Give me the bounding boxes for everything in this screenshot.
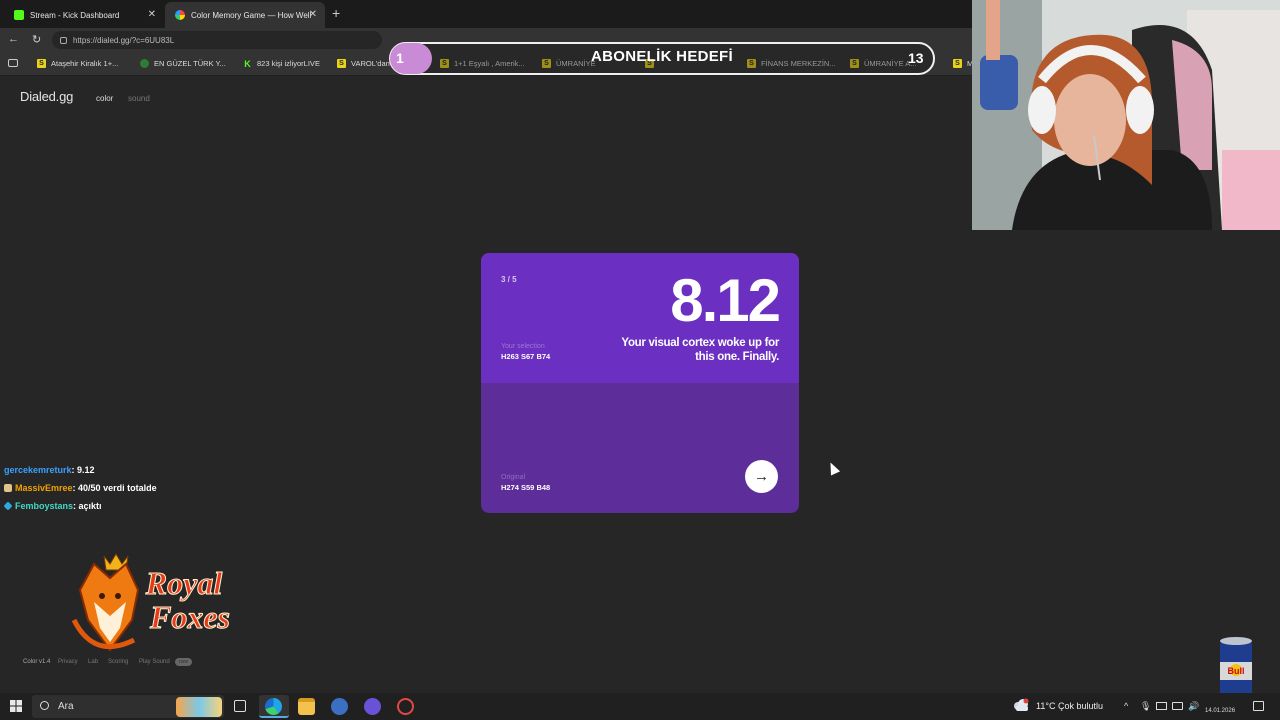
reload-icon[interactable]: ↻ bbox=[32, 33, 41, 46]
task-view-icon[interactable] bbox=[234, 700, 246, 712]
new-badge: new bbox=[175, 658, 193, 666]
bookmark-item[interactable]: SM bbox=[953, 59, 973, 68]
s-site-icon: S bbox=[953, 59, 962, 68]
file-explorer-icon[interactable] bbox=[298, 698, 315, 715]
tab-title: Stream - Kick Dashboard bbox=[30, 10, 120, 20]
goal-current-count: 1 bbox=[396, 50, 404, 66]
goal-title: ABONELİK HEDEFİ bbox=[590, 48, 733, 65]
webcam-feed bbox=[972, 0, 1280, 230]
tab-title: Color Memory Game — How Well bbox=[191, 10, 312, 20]
badge-icon bbox=[4, 484, 12, 492]
notification-icon[interactable] bbox=[1253, 701, 1264, 711]
chat-message: gercekemreturk: 9.12 bbox=[4, 465, 95, 475]
new-tab-button[interactable]: + bbox=[332, 5, 340, 21]
tab-color-memory-game[interactable]: Color Memory Game — How Well ✕ bbox=[165, 2, 325, 28]
chat-text: : açıktı bbox=[73, 501, 102, 511]
nav-color-link[interactable]: color bbox=[96, 94, 113, 103]
reading-list-icon[interactable] bbox=[8, 59, 18, 67]
bookmark-item[interactable]: S Ataşehir Kiralık 1+... bbox=[37, 59, 118, 68]
chevron-up-icon[interactable]: ^ bbox=[1124, 701, 1128, 711]
result-card: 3 / 5 8.12 Your visual cortex woke up fo… bbox=[481, 253, 799, 513]
close-icon[interactable]: ✕ bbox=[309, 9, 317, 20]
chat-username: Femboystans bbox=[15, 501, 74, 511]
chat-text: : 40/50 verdi totalde bbox=[72, 483, 157, 493]
royal-foxes-logo: Royal Foxes bbox=[71, 553, 231, 652]
globe-icon bbox=[140, 59, 149, 68]
svg-text:Bull: Bull bbox=[1228, 666, 1245, 676]
nav-sound-link[interactable]: sound bbox=[128, 94, 150, 103]
original-label: Original bbox=[501, 474, 526, 481]
mouse-cursor-icon bbox=[825, 460, 841, 476]
footer-playsound-link[interactable]: Play Sound bbox=[139, 659, 170, 665]
color-wheel-icon bbox=[175, 10, 185, 20]
chat-username: gercekemreturk bbox=[4, 465, 72, 475]
network-icon[interactable] bbox=[1172, 702, 1183, 710]
arrow-right-icon: → bbox=[754, 468, 769, 485]
chat-message: MassivEmree: 40/50 verdi totalde bbox=[4, 483, 157, 493]
svg-text:Foxes: Foxes bbox=[149, 599, 230, 635]
battery-icon[interactable] bbox=[1156, 702, 1167, 710]
weather-cloud-icon bbox=[1014, 698, 1029, 711]
bookmark-item[interactable]: K 823 kişi izliyorLIVE bbox=[243, 58, 320, 69]
bookmark-item[interactable]: S VAROL'dan bbox=[337, 59, 390, 68]
selection-label: Your selection bbox=[501, 343, 545, 350]
site-logo[interactable]: Dialed.gg bbox=[20, 89, 73, 104]
footer-lab-link[interactable]: Lab bbox=[88, 659, 98, 665]
s-site-icon: S bbox=[37, 59, 46, 68]
original-value: H274 S59 B48 bbox=[501, 483, 551, 492]
score-value: 8.12 bbox=[670, 267, 781, 334]
edge-browser-icon[interactable] bbox=[265, 698, 282, 715]
selection-value: H263 S67 B74 bbox=[501, 352, 551, 361]
weather-text[interactable]: 11°C Çok bulutlu bbox=[1036, 701, 1103, 711]
goal-target-count: 13 bbox=[908, 50, 924, 66]
search-icon bbox=[40, 701, 49, 710]
svg-text:Royal: Royal bbox=[145, 565, 223, 601]
search-highlight-icon bbox=[176, 697, 222, 717]
obs-icon[interactable] bbox=[397, 698, 414, 715]
back-arrow-icon[interactable]: ← bbox=[8, 33, 19, 45]
url-text: https://dialed.gg/?c=6UU83L bbox=[73, 35, 175, 45]
footer-scoring-link[interactable]: Scoring bbox=[108, 659, 128, 665]
kick-icon bbox=[14, 10, 24, 20]
next-round-button[interactable]: → bbox=[745, 460, 778, 493]
close-icon[interactable]: ✕ bbox=[148, 9, 156, 20]
chat-username: MassivEmree bbox=[15, 483, 73, 493]
score-verdict: Your visual cortex woke up for this one.… bbox=[621, 337, 779, 364]
discord-icon[interactable] bbox=[364, 698, 381, 715]
url-input[interactable]: https://dialed.gg/?c=6UU83L bbox=[52, 31, 382, 49]
search-placeholder: Ara bbox=[58, 701, 74, 712]
footer-privacy-link[interactable]: Privacy bbox=[58, 659, 78, 665]
chat-message: Femboystans: açıktı bbox=[3, 501, 102, 511]
volume-icon[interactable]: 🔊 bbox=[1188, 701, 1199, 712]
badge-icon bbox=[3, 501, 13, 511]
tab-kick-dashboard[interactable]: Stream - Kick Dashboard ✕ bbox=[4, 2, 164, 28]
bookmark-item[interactable]: EN GÜZEL TÜRK Y... bbox=[140, 59, 226, 68]
windows-start-icon[interactable] bbox=[10, 700, 22, 712]
site-info-icon[interactable] bbox=[60, 36, 67, 44]
app-icon[interactable] bbox=[331, 698, 348, 715]
s-site-icon: S bbox=[337, 59, 346, 68]
kick-icon: K bbox=[244, 58, 251, 69]
taskbar-date: 14.01.2026 bbox=[1205, 708, 1236, 714]
chat-text: : 9.12 bbox=[71, 465, 95, 475]
footer-version: Color v1.4 bbox=[23, 659, 51, 665]
round-progress: 3 / 5 bbox=[501, 275, 517, 284]
microphone-icon[interactable]: 🎙 bbox=[1140, 701, 1151, 712]
